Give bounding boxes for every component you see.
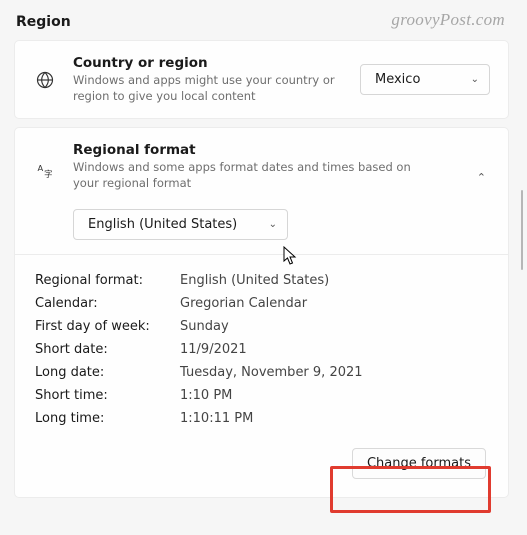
chevron-down-icon: ⌄ [269,219,277,230]
svg-text:A: A [38,163,44,173]
regional-desc: Windows and some apps format dates and t… [73,160,413,191]
globe-icon [33,70,57,90]
svg-text:字: 字 [44,169,52,179]
detail-row: Short date: 11/9/2021 [33,338,490,361]
country-desc: Windows and apps might use your country … [73,73,344,104]
detail-row: Calendar: Gregorian Calendar [33,292,490,315]
scrollbar[interactable] [521,190,523,270]
page-title: Region [16,14,509,30]
detail-row: Long date: Tuesday, November 9, 2021 [33,361,490,384]
detail-row: First day of week: Sunday [33,315,490,338]
detail-row: Long time: 1:10:11 PM [33,407,490,430]
collapse-toggle[interactable]: ⌃ [473,167,490,188]
regional-title: Regional format [73,142,457,158]
format-details: Regional format: English (United States)… [33,269,490,430]
country-dropdown[interactable]: Mexico ⌄ [360,64,490,95]
regional-format-card: A 字 Regional format Windows and some app… [14,127,509,498]
language-selected: English (United States) [88,217,237,232]
detail-row: Short time: 1:10 PM [33,384,490,407]
chevron-up-icon: ⌃ [473,167,490,188]
country-region-card: Country or region Windows and apps might… [14,40,509,119]
country-title: Country or region [73,55,344,71]
chevron-down-icon: ⌄ [471,74,479,85]
divider [15,254,508,255]
detail-row: Regional format: English (United States) [33,269,490,292]
change-formats-button[interactable]: Change formats [352,448,486,479]
country-selected: Mexico [375,72,420,87]
language-dropdown[interactable]: English (United States) ⌄ [73,209,288,240]
language-icon: A 字 [33,162,57,182]
